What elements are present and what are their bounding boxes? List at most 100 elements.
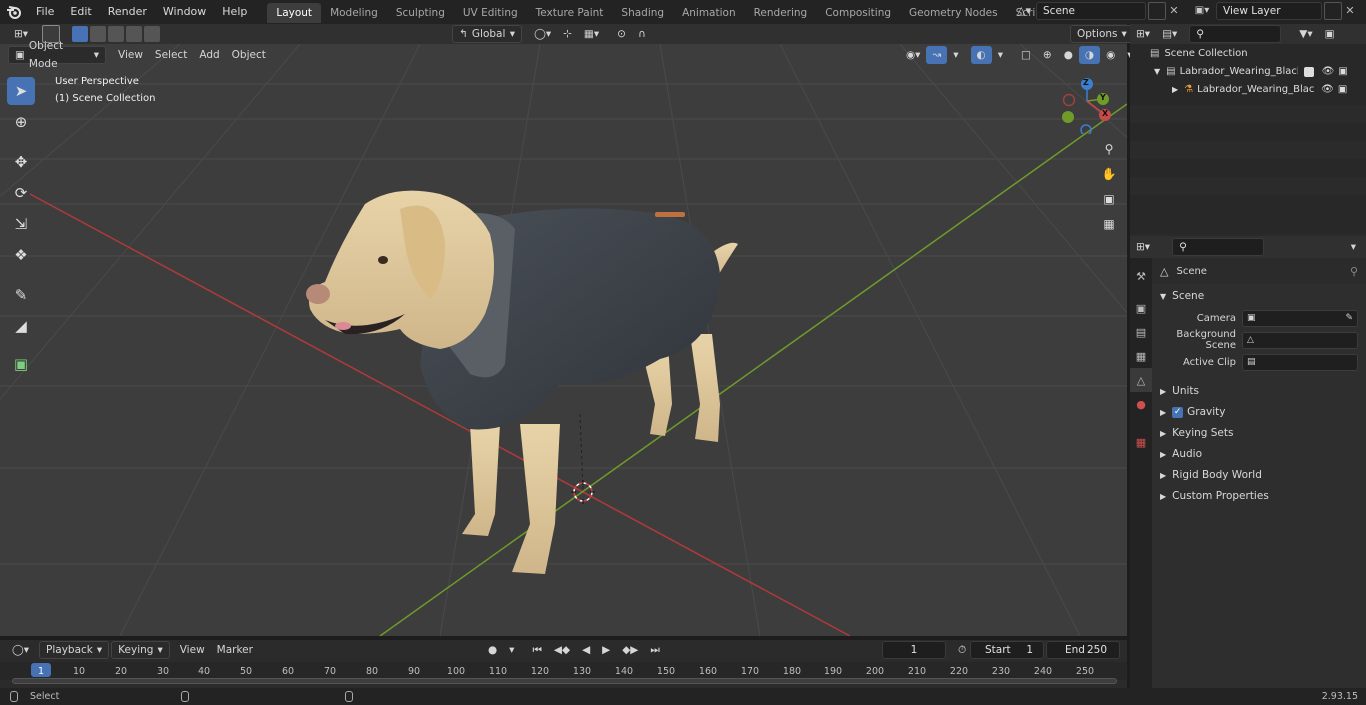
move-tool-icon[interactable]: ✥ (7, 148, 35, 176)
solid-shading-icon[interactable]: ● (1058, 46, 1079, 64)
add-cube-tool-icon[interactable]: ▣ (7, 350, 35, 378)
display-mode-icon[interactable]: ▤▾ (1156, 25, 1183, 43)
view-layer-icon[interactable]: ▣▾ (1188, 2, 1216, 20)
scale-tool-icon[interactable]: ⇲ (7, 210, 35, 238)
annotate-tool-icon[interactable]: ✎ (7, 281, 35, 309)
viewport-menu-add[interactable]: Add (193, 46, 225, 64)
next-keyframe-icon[interactable]: ◆▶ (616, 641, 644, 659)
select-tool-icon[interactable]: ➤ (7, 77, 35, 105)
material-shading-icon[interactable]: ◑ (1078, 46, 1101, 64)
tab-rendering[interactable]: Rendering (745, 3, 817, 23)
viewport-menu-view[interactable]: View (112, 46, 149, 64)
proportional-falloff-icon[interactable]: ∩ (632, 25, 652, 43)
jump-end-icon[interactable]: ⏭ (644, 641, 665, 659)
eye-icon[interactable]: 👁 (1322, 63, 1335, 81)
viewport-menu-select[interactable]: Select (149, 46, 193, 64)
filter-icon[interactable]: ▼▾ (1293, 25, 1318, 43)
outliner-root-row[interactable]: ▤ Scene Collection (1130, 45, 1366, 63)
gizmo-chevron-icon[interactable]: ▾ (947, 46, 964, 64)
texture-tab-icon[interactable]: ▦ (1130, 430, 1152, 454)
units-panel-header[interactable]: ▶ Units (1152, 381, 1366, 402)
visibility-icon[interactable]: ◉▾ (900, 46, 926, 64)
properties-editor-type-icon[interactable]: ⊞▾ (1130, 238, 1156, 256)
tab-layout[interactable]: Layout (267, 3, 322, 23)
menu-file[interactable]: File (28, 0, 62, 24)
menu-window[interactable]: Window (155, 0, 214, 24)
navigation-gizmo[interactable]: Z Y X (1058, 74, 1118, 136)
play-icon[interactable]: ▶ (596, 641, 616, 659)
pin-icon[interactable]: ⚲ (1350, 265, 1358, 278)
record-options-icon[interactable]: ▾ (503, 641, 520, 659)
gravity-checkbox[interactable]: ✓ (1172, 407, 1184, 418)
select-intersect-icon[interactable] (144, 26, 161, 42)
tab-uv-editing[interactable]: UV Editing (454, 3, 527, 23)
xray-toggle-icon[interactable]: □ (1015, 46, 1037, 64)
timeline-menu-view[interactable]: View (174, 641, 211, 659)
scene-tab-icon[interactable]: △ (1130, 368, 1152, 392)
copy-scene-icon[interactable] (1148, 2, 1166, 20)
custom-properties-panel-header[interactable]: ▶ Custom Properties (1152, 486, 1366, 507)
background-scene-field[interactable]: △ (1242, 331, 1358, 349)
overlay-chevron-icon[interactable]: ▾ (992, 46, 1009, 64)
expand-arrow-icon[interactable]: ▼ (1154, 63, 1160, 81)
include-checkbox-icon[interactable] (1303, 67, 1314, 77)
outliner-item[interactable]: ▼ ▤ Labrador_Wearing_Black_Coa 👁 ▣ (1130, 63, 1366, 81)
rendered-shading-icon[interactable]: ◉ (1100, 46, 1121, 64)
toggle-perspective-icon[interactable]: ▦ (1100, 217, 1118, 235)
overlay-toggle-icon[interactable]: ◐ (970, 46, 992, 64)
output-tab-icon[interactable]: ▤ (1130, 320, 1152, 344)
audio-panel-header[interactable]: ▶ Audio (1152, 444, 1366, 465)
transform-orientation-dropdown[interactable]: ↰ Global ▾ (452, 25, 523, 43)
world-tab-icon[interactable]: ● (1130, 392, 1152, 416)
transform-tool-icon[interactable]: ❖ (7, 241, 35, 269)
cursor-tool-icon[interactable]: ⊕ (7, 108, 35, 136)
menu-edit[interactable]: Edit (62, 0, 99, 24)
keying-sets-panel-header[interactable]: ▶ Keying Sets (1152, 423, 1366, 444)
outliner-editor-type-icon[interactable]: ⊞▾ (1130, 25, 1156, 43)
select-subtract-icon[interactable] (108, 26, 125, 42)
options-dropdown[interactable]: Options ▾ (1070, 25, 1134, 43)
scene-icon[interactable]: △▾ (1012, 2, 1036, 20)
viewport-menu-object[interactable]: Object (226, 46, 272, 64)
end-frame-field[interactable]: End 250 (1046, 641, 1120, 659)
pan-hand-icon[interactable]: ✋ (1100, 167, 1118, 185)
proportional-editing-icon[interactable]: ⊙ (611, 25, 632, 43)
timeline-editor-type-icon[interactable]: ◯▾ (6, 641, 35, 659)
outliner-item[interactable]: ▶ ⚗ Labrador_Wearing_Black 👁 ▣ (1130, 81, 1366, 99)
jump-start-icon[interactable]: ⏮ (526, 641, 547, 659)
object-mode-dropdown[interactable]: ▣ Object Mode ▾ (8, 40, 106, 70)
camera-icon[interactable]: ▣ (1338, 81, 1347, 99)
wireframe-shading-icon[interactable]: ⊕ (1037, 46, 1058, 64)
rotate-tool-icon[interactable]: ⟳ (7, 179, 35, 207)
camera-field[interactable]: ▣ ✎ (1242, 309, 1358, 327)
properties-search-input[interactable]: ⚲ (1172, 238, 1265, 256)
tab-compositing[interactable]: Compositing (816, 3, 900, 23)
render-tab-icon[interactable]: ▣ (1130, 296, 1152, 320)
rigid-body-world-panel-header[interactable]: ▶ Rigid Body World (1152, 465, 1366, 486)
select-invert-icon[interactable] (126, 26, 143, 42)
gizmo-toggle-icon[interactable]: ↝ (926, 46, 948, 64)
pivot-point-icon[interactable]: ◯▾ (528, 25, 557, 43)
tab-sculpting[interactable]: Sculpting (387, 3, 454, 23)
blender-logo-icon[interactable] (0, 0, 28, 24)
record-icon[interactable]: ● (482, 641, 503, 659)
start-frame-field[interactable]: Start 1 (970, 641, 1044, 659)
keying-dropdown[interactable]: Keying ▾ (111, 641, 170, 659)
tab-geometry-nodes[interactable]: Geometry Nodes (900, 3, 1007, 23)
outliner-search-input[interactable]: ⚲ (1189, 25, 1282, 43)
eyedropper-icon[interactable]: ✎ (1345, 313, 1353, 323)
properties-options-icon[interactable]: ▾ (1345, 238, 1362, 256)
menu-render[interactable]: Render (100, 0, 155, 24)
view-layer-field[interactable]: View Layer (1216, 2, 1322, 20)
tab-shading[interactable]: Shading (612, 3, 673, 23)
active-clip-field[interactable]: ▤ (1242, 353, 1358, 371)
tool-tab-icon[interactable]: ⚒ (1130, 264, 1152, 288)
zoom-icon[interactable]: ⚲ (1100, 142, 1118, 160)
tab-modeling[interactable]: Modeling (321, 3, 387, 23)
scene-section-header[interactable]: ▼ Scene (1152, 286, 1366, 307)
snap-target-icon[interactable]: ▦▾ (578, 25, 605, 43)
view-layer-tab-icon[interactable]: ▦ (1130, 344, 1152, 368)
new-collection-icon[interactable]: ▣ (1319, 25, 1341, 43)
copy-view-layer-icon[interactable] (1324, 2, 1342, 20)
measure-tool-icon[interactable]: ◢ (7, 312, 35, 340)
